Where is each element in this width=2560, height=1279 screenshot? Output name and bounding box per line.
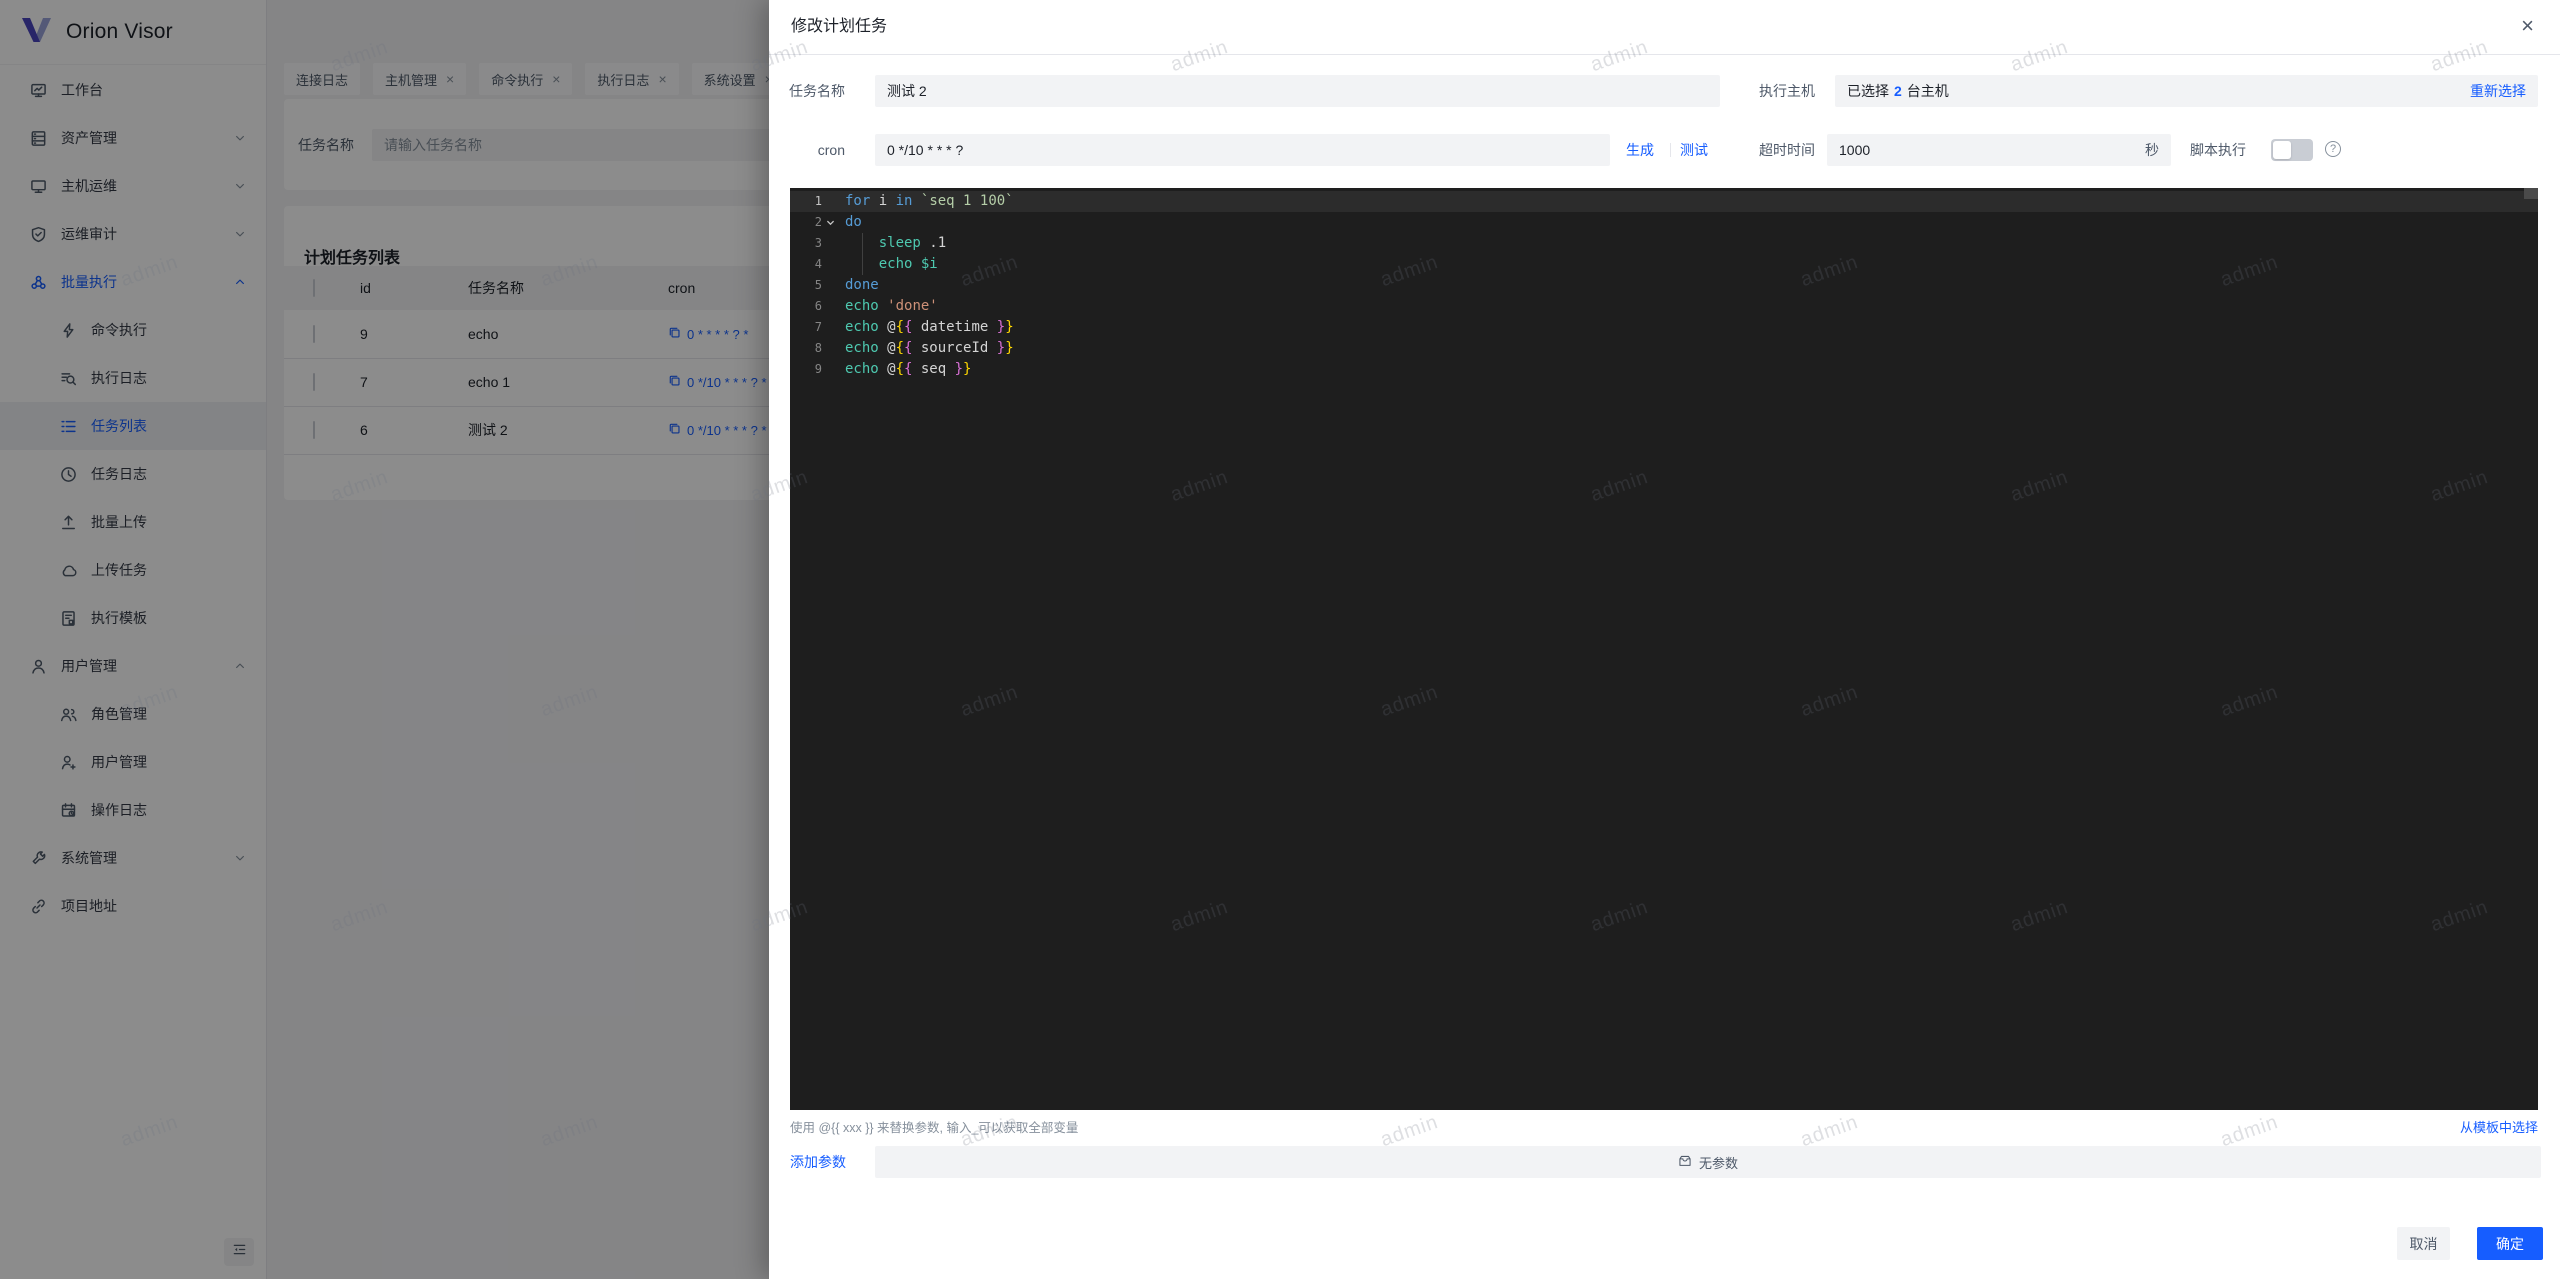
editor-line-9[interactable]: 9echo @{{ seq }} xyxy=(790,359,2538,380)
param-hint-row: 使用 @{{ xxx }} 来替换参数, 输入_可以获取全部变量 从模板中选择 xyxy=(790,1117,2538,1136)
editor-line-1[interactable]: 1for i in `seq 1 100` xyxy=(790,191,2538,212)
timeout-input[interactable]: 1000 秒 xyxy=(1827,134,2171,166)
host-selected-prefix: 已选择 xyxy=(1847,83,1889,99)
editor-line-2[interactable]: 2do xyxy=(790,212,2538,233)
line-number: 1 xyxy=(790,191,822,212)
confirm-button[interactable]: 确定 xyxy=(2477,1227,2543,1260)
exec-host-field[interactable]: 已选择 2 台主机 重新选择 xyxy=(1835,75,2538,107)
no-param-area: 无参数 xyxy=(875,1146,2541,1178)
screen: Orion Visor 工作台资产管理主机运维运维审计批量执行命令执行执行日志任… xyxy=(0,0,2560,1279)
toggle-knob xyxy=(2273,141,2291,159)
divider xyxy=(1670,143,1671,157)
timeout-label: 超时时间 xyxy=(1723,134,1815,166)
edit-scheduled-task-modal: 修改计划任务 × 任务名称 测试 2 执行主机 已选择 2 台主机 重新选择 cro… xyxy=(769,0,2560,1279)
task-name-label: 任务名称 xyxy=(789,75,845,107)
script-code-editor[interactable]: 1for i in `seq 1 100`2do3 sleep .14 echo… xyxy=(790,188,2538,1110)
script-exec-label: 脚本执行 xyxy=(2190,134,2246,166)
modal-header: 修改计划任务 × xyxy=(769,0,2560,55)
editor-line-8[interactable]: 8echo @{{ sourceId }} xyxy=(790,338,2538,359)
editor-line-6[interactable]: 6echo 'done' xyxy=(790,296,2538,317)
editor-line-3[interactable]: 3 sleep .1 xyxy=(790,233,2538,254)
line-number: 8 xyxy=(790,338,822,359)
fold-chevron-icon[interactable] xyxy=(822,212,839,233)
line-number: 6 xyxy=(790,296,822,317)
line-number: 2 xyxy=(790,212,822,233)
editor-line-4[interactable]: 4 echo $i xyxy=(790,254,2538,275)
add-param-button[interactable]: 添加参数 xyxy=(790,1146,846,1178)
cron-label: cron xyxy=(789,134,845,166)
line-number: 7 xyxy=(790,317,822,338)
cron-input[interactable]: 0 */10 * * * ? xyxy=(875,134,1610,166)
line-number: 3 xyxy=(790,233,822,254)
close-icon[interactable]: × xyxy=(2521,13,2534,39)
editor-line-5[interactable]: 5done xyxy=(790,275,2538,296)
task-name-input[interactable]: 测试 2 xyxy=(875,75,1720,107)
modal-title: 修改计划任务 xyxy=(791,0,887,54)
host-selected-count: 2 xyxy=(1894,83,1902,99)
choose-from-template-link[interactable]: 从模板中选择 xyxy=(2460,1117,2538,1136)
timeout-unit: 秒 xyxy=(2145,140,2159,160)
host-selected-suffix: 台主机 xyxy=(1907,83,1949,99)
cancel-button[interactable]: 取消 xyxy=(2397,1227,2450,1260)
help-icon[interactable]: ? xyxy=(2325,141,2341,157)
cron-generate-button[interactable]: 生成 xyxy=(1626,134,1654,166)
editor-line-7[interactable]: 7echo @{{ datetime }} xyxy=(790,317,2538,338)
reselect-hosts-link[interactable]: 重新选择 xyxy=(2470,81,2526,101)
cron-test-button[interactable]: 测试 xyxy=(1680,134,1708,166)
line-number: 4 xyxy=(790,254,822,275)
empty-box-icon xyxy=(1678,1154,1692,1171)
script-exec-toggle[interactable] xyxy=(2271,139,2313,161)
exec-host-label: 执行主机 xyxy=(1723,75,1815,107)
line-number: 9 xyxy=(790,359,822,380)
line-number: 5 xyxy=(790,275,822,296)
no-param-label: 无参数 xyxy=(1699,1153,1738,1172)
param-hint-text: 使用 @{{ xxx }} 来替换参数, 输入_可以获取全部变量 xyxy=(790,1117,1078,1136)
editor-scrollbar[interactable] xyxy=(2524,188,2538,199)
